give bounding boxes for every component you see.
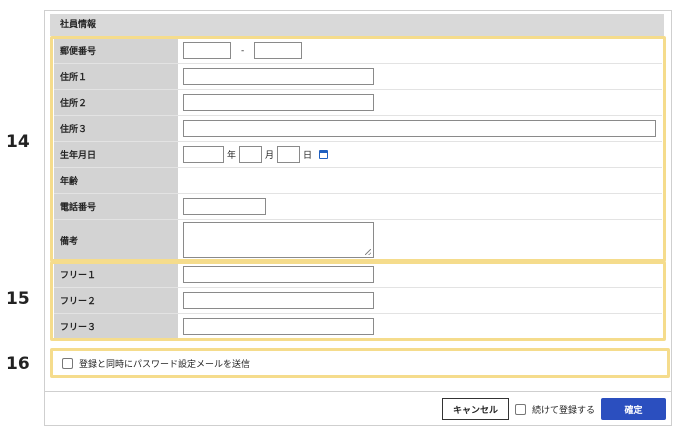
postal-separator: - (241, 45, 245, 56)
year-unit: 年 (227, 151, 237, 161)
month-unit: 月 (265, 151, 275, 161)
address2-label: 住所２ (54, 90, 178, 115)
form-footer: キャンセル 続けて登録する 確定 (44, 391, 672, 426)
continue-register-checkbox[interactable] (514, 403, 526, 415)
address3-label: 住所３ (54, 116, 178, 141)
row-free3: フリー３ (54, 314, 662, 340)
birth-month-input[interactable] (239, 146, 263, 163)
free1-label: フリー１ (54, 262, 178, 287)
phone-input[interactable] (183, 198, 266, 215)
row-birthdate: 生年月日 年 月 日 (54, 142, 662, 168)
postal-code-first-input[interactable] (183, 42, 231, 59)
day-unit: 日 (303, 151, 313, 161)
calendar-icon[interactable] (319, 150, 329, 159)
free3-label: フリー３ (54, 314, 178, 339)
birth-year-input[interactable] (183, 146, 224, 163)
callout-marker-16: 16 (6, 354, 30, 374)
callout-marker-15: 15 (6, 289, 30, 309)
password-email-option: 登録と同時にパスワード設定メールを送信 (54, 353, 666, 374)
row-phone: 電話番号 (54, 194, 662, 220)
password-email-checkbox[interactable] (62, 358, 73, 369)
address1-input[interactable] (183, 68, 374, 85)
free2-input[interactable] (183, 292, 374, 309)
postal-label: 郵便番号 (54, 38, 178, 63)
continue-register-option: 続けて登録する (514, 403, 595, 416)
row-address1: 住所１ (54, 64, 662, 90)
cancel-button[interactable]: キャンセル (441, 398, 509, 420)
notes-label: 備考 (54, 220, 178, 260)
row-notes: 備考 (54, 220, 662, 261)
row-age: 年齢 (54, 168, 662, 194)
free2-label: フリー２ (54, 288, 178, 313)
birth-day-input[interactable] (277, 146, 301, 163)
confirm-button[interactable]: 確定 (601, 398, 666, 420)
address3-input[interactable] (183, 120, 656, 137)
section-header: 社員情報 (50, 14, 664, 36)
row-postal: 郵便番号 - (54, 38, 662, 64)
address2-input[interactable] (183, 94, 374, 111)
postal-code-second-input[interactable] (254, 42, 303, 59)
birthdate-label: 生年月日 (54, 142, 178, 167)
row-free1: フリー１ (54, 262, 662, 288)
callout-marker-14: 14 (6, 132, 30, 152)
free3-input[interactable] (183, 318, 374, 335)
continue-register-label[interactable]: 続けて登録する (532, 403, 595, 416)
row-address3: 住所３ (54, 116, 662, 142)
age-label: 年齢 (54, 168, 178, 193)
address1-label: 住所１ (54, 64, 178, 89)
age-value (178, 168, 662, 193)
row-free2: フリー２ (54, 288, 662, 314)
password-email-label[interactable]: 登録と同時にパスワード設定メールを送信 (79, 357, 250, 370)
free1-input[interactable] (183, 266, 374, 283)
row-address2: 住所２ (54, 90, 662, 116)
phone-label: 電話番号 (54, 194, 178, 219)
notes-textarea[interactable] (183, 222, 374, 258)
